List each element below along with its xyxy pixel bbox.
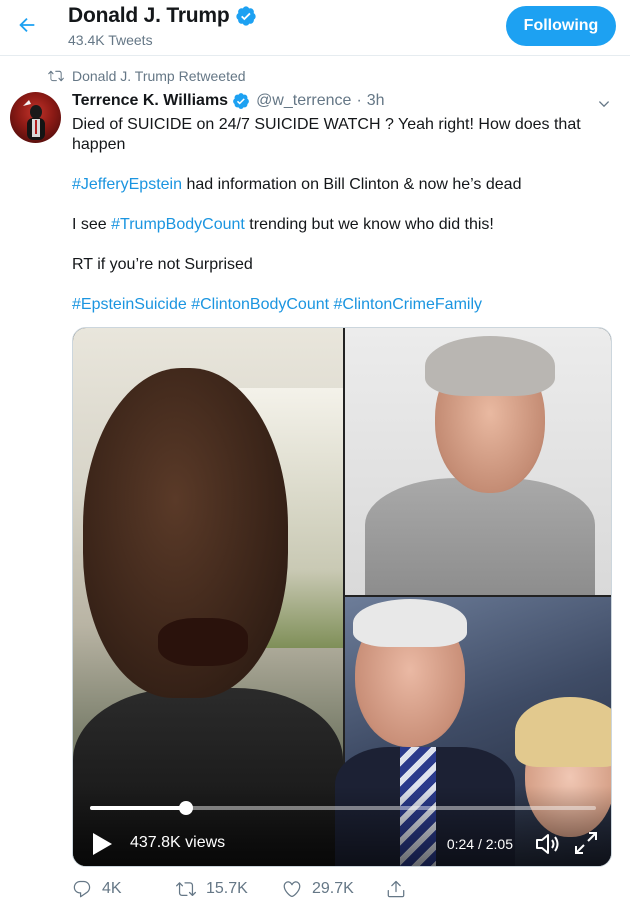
speaker-mouth bbox=[158, 618, 248, 666]
portrait-hair bbox=[353, 599, 467, 647]
play-icon[interactable] bbox=[91, 832, 113, 856]
tweet-actions: 4K 15.7K 29.7K bbox=[72, 878, 612, 900]
tweet-text-span: I see bbox=[72, 216, 112, 233]
reply-button[interactable]: 4K bbox=[72, 879, 122, 899]
video-progress-bar[interactable] bbox=[90, 801, 596, 815]
tweet-header: Terrence K. Williams @w_terrence · 3h bbox=[72, 92, 385, 110]
hashtag-link[interactable]: #ClintonBodyCount bbox=[191, 296, 329, 313]
profile-header: Donald J. Trump 43.4K Tweets Following bbox=[0, 0, 630, 56]
author-handle[interactable]: @w_terrence bbox=[256, 92, 351, 110]
video-frame-top-right bbox=[345, 328, 611, 595]
retweet-button[interactable]: 15.7K bbox=[176, 879, 248, 899]
header-title: Donald J. Trump bbox=[68, 4, 257, 28]
avatar-image bbox=[23, 100, 45, 140]
portrait-hair bbox=[425, 336, 555, 396]
portrait-shirt bbox=[365, 478, 595, 595]
video-progress-fill bbox=[90, 806, 187, 810]
hashtag-link[interactable]: #ClintonCrimeFamily bbox=[334, 296, 482, 313]
hashtag-link[interactable]: #TrumpBodyCount bbox=[111, 216, 245, 233]
avatar[interactable] bbox=[10, 92, 61, 143]
verified-badge-icon bbox=[235, 6, 256, 26]
tweet-text: Died of SUICIDE on 24/7 SUICIDE WATCH ? … bbox=[72, 115, 602, 335]
view-count: 437.8K views bbox=[130, 834, 226, 851]
verified-badge-icon bbox=[233, 93, 249, 109]
like-button[interactable]: 29.7K bbox=[282, 879, 354, 899]
retweet-icon bbox=[48, 70, 64, 82]
chevron-down-icon[interactable] bbox=[596, 96, 612, 112]
tweet-text-span: had information on Bill Clinton & now he… bbox=[182, 176, 522, 193]
tweet-count: 43.4K Tweets bbox=[68, 32, 153, 48]
tweet-line: RT if you’re not Surprised bbox=[72, 256, 253, 273]
tweet-text-span: trending but we know who did this! bbox=[244, 216, 494, 233]
back-button[interactable] bbox=[12, 10, 42, 40]
share-button[interactable] bbox=[386, 879, 416, 899]
tweet-line: Died of SUICIDE on 24/7 SUICIDE WATCH ? … bbox=[72, 116, 581, 153]
hashtag-link[interactable]: #EpsteinSuicide bbox=[72, 296, 187, 313]
video-player[interactable]: 437.8K views 0:24 / 2:05 bbox=[72, 327, 612, 867]
video-progress-handle[interactable] bbox=[179, 801, 194, 815]
hashtag-line: #EpsteinSuicide #ClintonBodyCount #Clint… bbox=[72, 295, 602, 315]
tweet-line: #JefferyEpstein had information on Bill … bbox=[72, 175, 602, 195]
retweet-context-label: Donald J. Trump Retweeted bbox=[72, 68, 246, 84]
volume-icon[interactable] bbox=[533, 830, 561, 858]
video-time: 0:24 / 2:05 bbox=[446, 836, 513, 852]
reply-count: 4K bbox=[102, 880, 122, 897]
following-button[interactable]: Following bbox=[506, 6, 616, 46]
arrow-left-icon bbox=[19, 17, 35, 33]
reply-icon bbox=[73, 880, 91, 898]
fullscreen-icon[interactable] bbox=[573, 830, 599, 856]
tweet-line: I see #TrumpBodyCount trending but we kn… bbox=[72, 215, 602, 235]
author-name[interactable]: Terrence K. Williams bbox=[72, 92, 228, 110]
retweet-count: 15.7K bbox=[206, 880, 248, 897]
video-controls: 437.8K views 0:24 / 2:05 bbox=[73, 786, 611, 866]
tweet-timestamp[interactable]: 3h bbox=[367, 92, 385, 110]
like-count: 29.7K bbox=[312, 880, 354, 897]
share-icon bbox=[387, 880, 405, 898]
retweet-context: Donald J. Trump Retweeted bbox=[48, 68, 246, 84]
portrait-hair-secondary bbox=[515, 697, 611, 767]
hashtag-link[interactable]: #JefferyEpstein bbox=[72, 176, 182, 193]
heart-icon bbox=[283, 881, 301, 898]
separator-dot: · bbox=[356, 92, 362, 109]
retweet-icon bbox=[176, 882, 196, 897]
profile-name: Donald J. Trump bbox=[68, 4, 230, 27]
